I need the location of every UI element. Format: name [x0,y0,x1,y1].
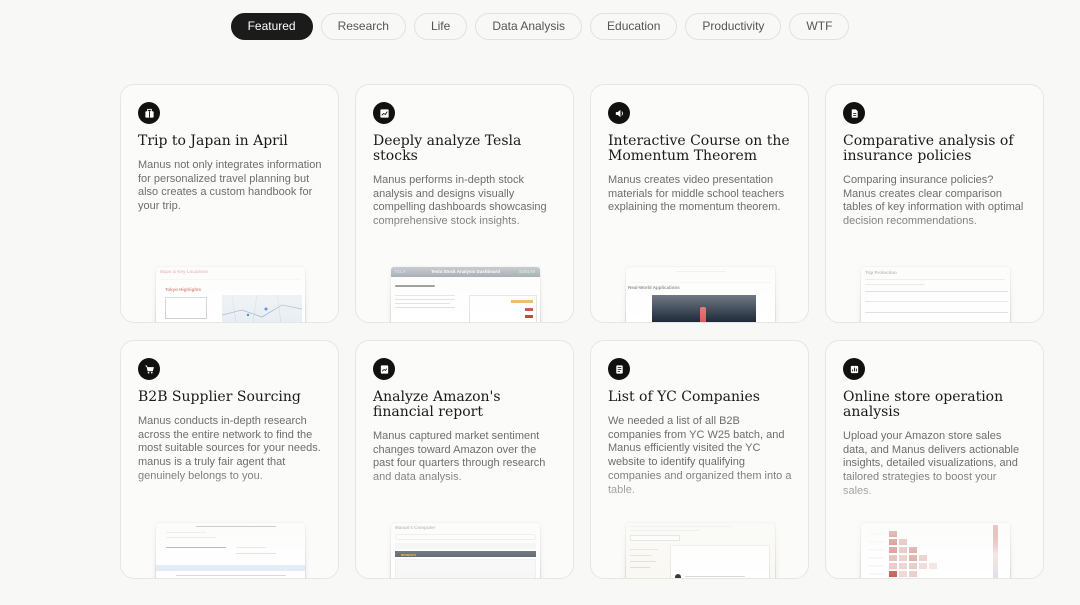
card-title: Analyze Amazon's financial report [373,389,501,420]
filter-sidebar [630,545,666,578]
preview-heading: Trip Protection [865,270,897,275]
card-b2b-supplier[interactable]: B2B Supplier Sourcing Manus conducts in-… [120,340,339,579]
card-preview-image: Trip Protection [860,266,1011,322]
card-title: Trip to Japan in April [138,133,288,149]
card-description: Upload your Amazon store sales data, and… [843,430,1020,497]
card-preview-image: Maps & Key Locations Tokyo Highlights [155,266,306,322]
tab-featured[interactable]: Featured [230,13,313,40]
card-preview-image [155,522,306,578]
preview-subheading: Tokyo Highlights [165,287,202,292]
card-description: Manus not only integrates information fo… [138,159,322,213]
card-yc-companies[interactable]: List of YC Companies We needed a list of… [590,340,809,579]
use-case-grid: Trip to Japan in April Manus not only in… [120,84,1044,579]
suitcase-icon [138,102,160,124]
preview-logo: TSLA [394,269,406,274]
preview-heading: Manus's Computer [395,525,436,530]
card-description: Comparing insurance policies? Manus crea… [843,174,1024,228]
card-preview-image: Manus's Computer amazon [390,522,541,578]
tab-education[interactable]: Education [590,13,678,40]
tab-productivity[interactable]: Productivity [685,13,782,40]
list-icon [608,358,630,380]
file-chart-icon [373,358,395,380]
tab-wtf[interactable]: WTF [789,13,850,40]
preview-heading: Maps & Key Locations [160,269,209,274]
chart-icon [373,102,395,124]
preview-price: $284.65 [519,269,536,274]
store-chart-icon [843,358,865,380]
card-description: We needed a list of all B2B companies fr… [608,415,792,496]
card-description: Manus creates video presentation materia… [608,174,785,214]
cart-icon [138,358,160,380]
card-trip-to-japan[interactable]: Trip to Japan in April Manus not only in… [120,84,339,323]
tab-data-analysis[interactable]: Data Analysis [475,13,583,40]
card-title: Deeply analyze Tesla stocks [373,133,522,164]
heatmap-thumbnail [869,525,998,578]
speaker-icon [608,102,630,124]
card-title: Comparative analysis of insurance polici… [843,133,1014,164]
card-description: Manus conducts in-depth research across … [138,415,321,482]
amazon-navbar: amazon [395,551,536,557]
card-title: B2B Supplier Sourcing [138,389,301,405]
card-title: List of YC Companies [608,389,760,405]
card-description: Manus performs in-depth stock analysis a… [373,174,547,228]
card-insurance-policies[interactable]: Comparative analysis of insurance polici… [825,84,1044,323]
preview-heading: Real-World Applications [628,285,680,290]
map-thumbnail [221,294,303,322]
tab-research[interactable]: Research [320,13,406,40]
card-online-store[interactable]: Online store operation analysis Upload y… [825,340,1044,579]
card-title: Online store operation analysis [843,389,1004,420]
card-preview-image [860,522,1011,578]
card-tesla-stocks[interactable]: Deeply analyze Tesla stocks Manus perfor… [355,84,574,323]
card-title: Interactive Course on the Momentum Theor… [608,133,790,164]
preview-panel [165,297,207,319]
card-amazon-financial[interactable]: Analyze Amazon's financial report Manus … [355,340,574,579]
address-bar [395,534,536,540]
document-icon [843,102,865,124]
tab-life[interactable]: Life [413,13,468,40]
card-preview-image [625,522,776,578]
card-preview-image: Real-World Applications [625,266,776,322]
company-list [670,545,770,578]
card-description: Manus captured market sentiment changes … [373,430,546,484]
card-momentum-course[interactable]: Interactive Course on the Momentum Theor… [590,84,809,323]
category-tabs: Featured Research Life Data Analysis Edu… [0,13,1080,40]
preview-heading: Tesla Stock Analysis Dashboard [431,269,501,274]
card-preview-image: TSLA Tesla Stock Analysis Dashboard $284… [390,266,541,322]
video-frame [652,295,756,322]
amazon-logo: amazon [401,551,416,557]
preview-table [865,291,1008,322]
